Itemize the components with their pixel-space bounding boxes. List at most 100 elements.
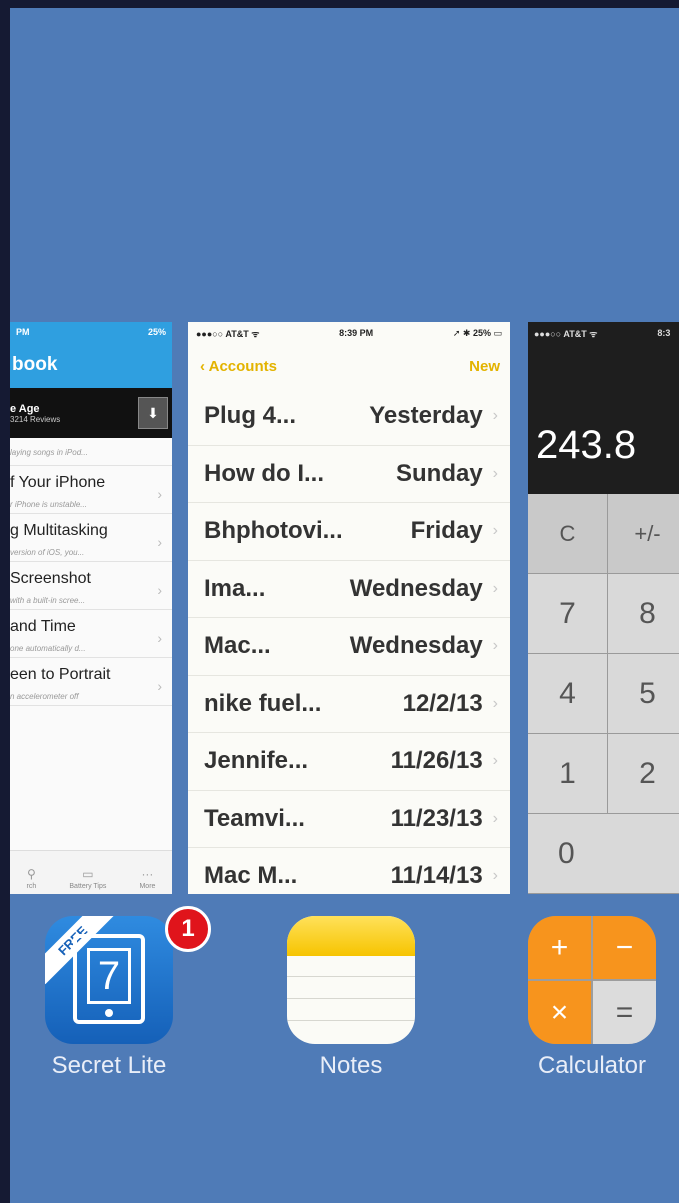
notes-snapshot[interactable]: ●●●○○ AT&T ᯤ 8:39 PM ➚ ✱ 25% ▭ ‹ Account… [188, 322, 510, 894]
chevron-right-icon: › [492, 464, 498, 482]
list-item: g Multitasking version of iOS, you... › [10, 514, 172, 562]
note-row[interactable]: Plug 4... Yesterday › [188, 388, 510, 446]
app-label: Secret Lite [51, 1052, 167, 1079]
status-bar: PM 25% [10, 322, 172, 342]
more-icon: ··· [141, 867, 154, 881]
key-2: 2 [608, 734, 679, 814]
note-title: Teamvi... [204, 804, 305, 832]
list-item-subtitle: one automatically d... [10, 644, 86, 653]
key-1: 1 [528, 734, 608, 814]
key-5: 5 [608, 654, 679, 734]
note-row[interactable]: Ima... Wednesday › [188, 561, 510, 618]
chevron-right-icon: › [492, 637, 498, 655]
chevron-right-icon: › [492, 694, 498, 712]
list-item-partial: laying songs in iPod... [10, 438, 172, 466]
minus-icon: − [593, 916, 656, 979]
secret-lite-icon[interactable]: FREE 7 [45, 916, 173, 1044]
notes-icon[interactable] [287, 916, 415, 1044]
equals-icon: = [593, 981, 656, 1044]
notes-header-strip [287, 916, 415, 956]
app-secret-lite[interactable]: 1 FREE 7 Secret Lite [29, 906, 211, 1080]
banner-title: e Age [10, 402, 40, 415]
app-calculator[interactable]: + − × = Calculator [512, 916, 672, 1080]
keypad: C +/- 7 8 4 5 1 2 0 [528, 494, 679, 894]
chevron-right-icon: › [492, 752, 498, 770]
chevron-right-icon: › [157, 678, 162, 694]
wifi-icon: ᯤ [251, 328, 260, 339]
search-icon: ⚲ [27, 867, 36, 881]
notes-rule [287, 1020, 415, 1021]
calculator-icon[interactable]: + − × = [528, 916, 656, 1044]
chevron-right-icon: › [492, 867, 498, 885]
list-item-subtitle: r iPhone is unstable... [10, 500, 87, 509]
note-date: Wednesday [349, 632, 483, 660]
chevron-right-icon: › [492, 522, 498, 540]
note-row[interactable]: Mac... Wednesday › [188, 618, 510, 676]
banner-subtitle: 3214 Reviews [10, 414, 61, 424]
note-row[interactable]: nike fuel... 12/2/13 › [188, 676, 510, 733]
secret-lite-snapshot[interactable]: PM 25% book e Age 3214 Reviews ⬇ laying … [10, 322, 172, 894]
note-date: 11/26/13 [390, 747, 483, 775]
app-label: Calculator [537, 1052, 647, 1079]
note-title: Mac M... [204, 862, 298, 890]
note-date: Sunday [395, 459, 483, 487]
note-date: 11/14/13 [390, 862, 483, 890]
note-row[interactable]: Bhphotovi... Friday › [188, 503, 510, 561]
note-date: 12/2/13 [402, 689, 483, 717]
chevron-left-icon: ‹ [200, 357, 205, 375]
list-item-title: and Time [10, 618, 76, 635]
download-icon: ⬇ [138, 397, 168, 429]
chevron-right-icon: › [157, 486, 162, 502]
tablet-glyph: 7 [73, 934, 145, 1024]
notes-rule [287, 998, 415, 999]
key-7: 7 [528, 574, 608, 654]
note-date: Yesterday [369, 402, 483, 430]
chevron-right-icon: › [492, 407, 498, 425]
battery-level: 25% [147, 327, 166, 337]
list-item-subtitle: n accelerometer off [10, 692, 79, 701]
note-date: Wednesday [349, 574, 483, 602]
notes-nav-bar: ‹ Accounts New [188, 344, 510, 388]
note-title: Plug 4... [204, 402, 297, 430]
app-notes[interactable]: Notes [271, 916, 431, 1080]
battery-icon: ▭ [82, 867, 94, 881]
note-title: Bhphotovi... [204, 517, 343, 545]
tab-bar: ⚲ rch ▭ Battery Tips ··· More [10, 850, 172, 894]
list-item-subtitle: with a built-in scree... [10, 596, 86, 605]
nav-title: book [10, 342, 172, 388]
note-row[interactable]: Jennife... 11/26/13 › [188, 733, 510, 791]
status-time: 8:3 [657, 328, 671, 338]
sign-key: +/- [608, 494, 679, 574]
calculator-display: 243.8 [536, 423, 637, 467]
plus-icon: + [528, 916, 591, 979]
key-8: 8 [608, 574, 679, 654]
note-title: How do I... [204, 459, 324, 487]
note-title: Mac... [204, 632, 271, 660]
list-item: Screenshot with a built-in scree... › [10, 562, 172, 610]
chevron-right-icon: › [157, 582, 162, 598]
list-item-title: g Multitasking [10, 522, 108, 539]
note-row[interactable]: How do I... Sunday › [188, 446, 510, 503]
key-0: 0 [528, 814, 679, 894]
list-item-title: f Your iPhone [10, 474, 106, 491]
back-button[interactable]: ‹ Accounts [200, 358, 277, 375]
list-item: een to Portrait n accelerometer off › [10, 658, 172, 706]
list-item-title: Screenshot [10, 570, 91, 587]
chevron-right-icon: › [157, 630, 162, 646]
list-item: and Time one automatically d... › [10, 610, 172, 658]
note-row[interactable]: Mac M... 11/14/13 › [188, 848, 510, 894]
list-item-title: een to Portrait [10, 666, 111, 683]
app-label: Notes [319, 1052, 383, 1079]
status-time: 8:39 PM [339, 328, 374, 338]
status-bar: ●●●○○ AT&T ᯤ 8:3 [528, 322, 679, 344]
list-item: f Your iPhone r iPhone is unstable... › [10, 466, 172, 514]
home-button-glyph [105, 1009, 113, 1017]
list-item-subtitle: version of iOS, you... [10, 548, 85, 557]
chevron-right-icon: › [157, 534, 162, 550]
key-4: 4 [528, 654, 608, 734]
calculator-snapshot[interactable]: ●●●○○ AT&T ᯤ 8:3 243.8 C +/- 7 8 4 5 1 2… [528, 322, 679, 894]
note-row[interactable]: Teamvi... 11/23/13 › [188, 791, 510, 848]
notes-rule [287, 976, 415, 977]
new-note-button[interactable]: New [469, 358, 500, 375]
app-banner: e Age 3214 Reviews ⬇ [10, 388, 172, 438]
